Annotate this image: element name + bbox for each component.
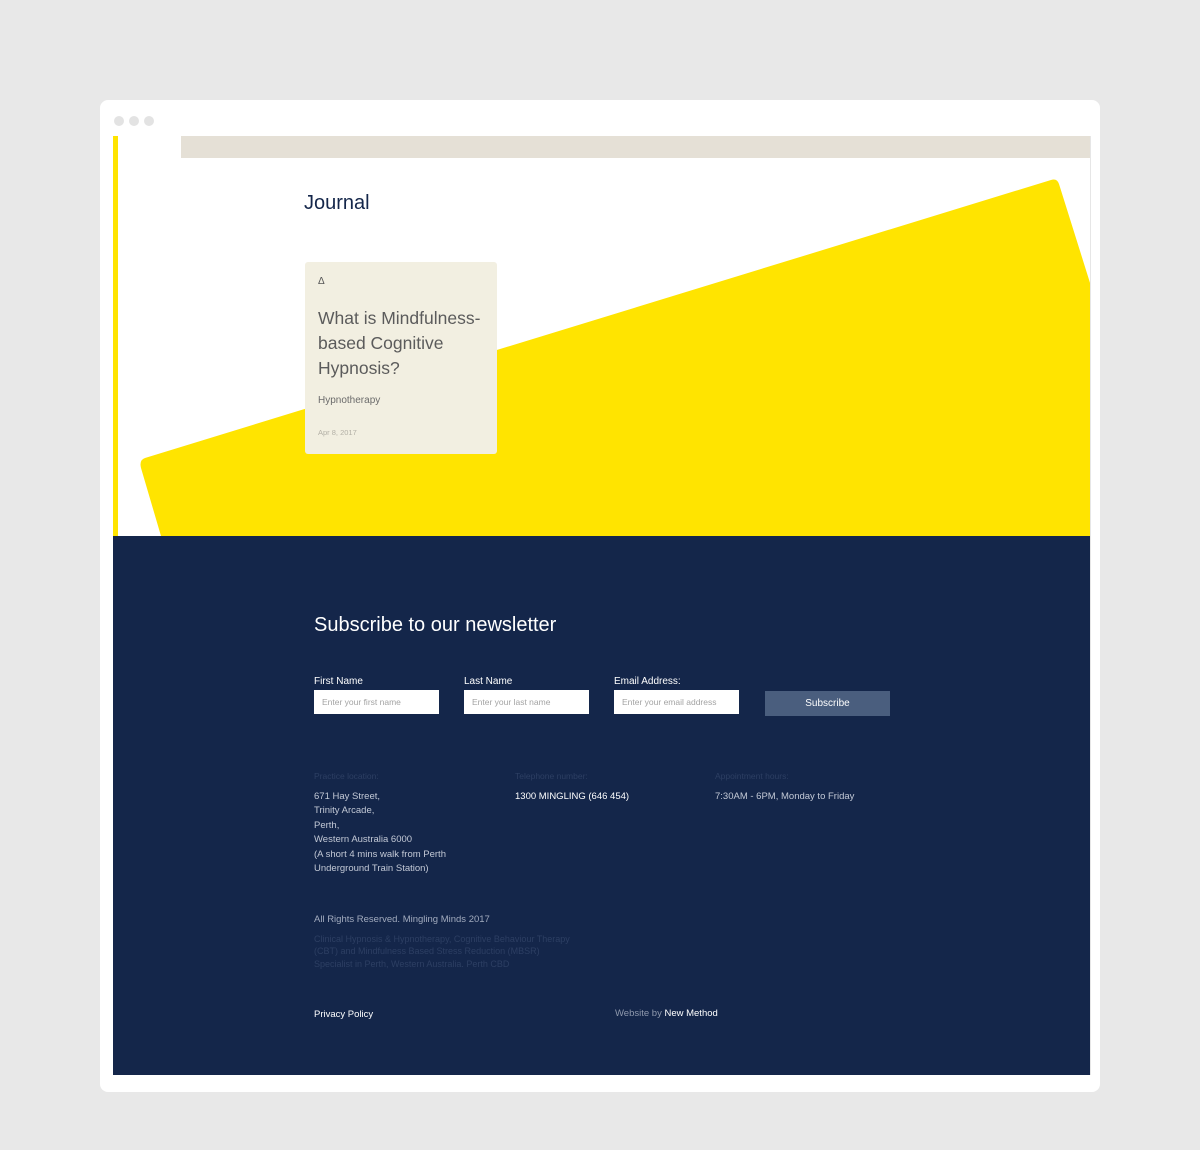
last-name-label: Last Name: [464, 676, 513, 687]
address-line: Trinity Arcade,: [314, 805, 375, 817]
seo-line: Specialist in Perth, Western Australia. …: [314, 958, 510, 969]
phone-number[interactable]: 1300 MINGLING (646 454): [515, 790, 695, 804]
email-label: Email Address:: [614, 676, 681, 687]
copyright-text: All Rights Reserved. Mingling Minds 2017: [314, 914, 490, 925]
first-name-group: First Name: [314, 676, 440, 714]
header-strip: [181, 136, 1090, 158]
post-date: Apr 8, 2017: [318, 428, 357, 437]
first-name-label: First Name: [314, 676, 363, 687]
hours-value: 7:30AM - 6PM, Monday to Friday: [715, 791, 855, 802]
yellow-decorative-shape: [140, 179, 1090, 536]
window-controls: [114, 116, 154, 126]
email-group: Email Address:: [614, 676, 740, 714]
minimize-dot-icon[interactable]: [129, 116, 139, 126]
website-credit: Website by New Method: [615, 1008, 718, 1019]
seo-line: (CBT) and Mindfulness Based Stress Reduc…: [314, 946, 540, 957]
location-label: Practice location:: [314, 771, 379, 781]
maximize-dot-icon[interactable]: [144, 116, 154, 126]
subscribe-button[interactable]: Subscribe: [765, 691, 890, 716]
address-line: (A short 4 mins walk from Perth: [314, 848, 446, 860]
appointment-hours: Appointment hours: 7:30AM - 6PM, Monday …: [715, 771, 895, 804]
new-method-link[interactable]: New Method: [664, 1008, 717, 1019]
first-name-input[interactable]: [314, 690, 439, 714]
footer: Subscribe to our newsletter First Name L…: [113, 536, 1090, 1075]
telephone: Telephone number: 1300 MINGLING (646 454…: [515, 771, 695, 804]
phone-label: Telephone number:: [515, 771, 588, 781]
practice-location: Practice location: 671 Hay Street, Trini…: [314, 771, 494, 876]
address-line: 671 Hay Street,: [314, 791, 381, 802]
newsletter-title: Subscribe to our newsletter: [314, 614, 557, 636]
hours-label: Appointment hours:: [715, 771, 789, 781]
last-name-input[interactable]: [464, 690, 589, 714]
post-title[interactable]: What is Mindfulness-based Cognitive Hypn…: [318, 306, 484, 381]
browser-window: Journal Δ What is Mindfulness-based Cogn…: [100, 100, 1100, 1092]
page-viewport: Journal Δ What is Mindfulness-based Cogn…: [113, 136, 1091, 1075]
delta-icon: Δ: [318, 276, 325, 287]
email-input[interactable]: [614, 690, 739, 714]
seo-description: Clinical Hypnosis & Hypnotherapy, Cognit…: [314, 933, 604, 970]
left-accent-bar: [113, 136, 118, 536]
address-line: Underground Train Station): [314, 863, 429, 875]
seo-line: Clinical Hypnosis & Hypnotherapy, Cognit…: [314, 934, 570, 944]
close-dot-icon[interactable]: [114, 116, 124, 126]
last-name-group: Last Name: [464, 676, 590, 714]
journal-post-card[interactable]: Δ What is Mindfulness-based Cognitive Hy…: [305, 262, 497, 454]
address-line: Perth,: [314, 819, 340, 831]
privacy-policy-link[interactable]: Privacy Policy: [314, 1009, 373, 1020]
credit-prefix: Website by: [615, 1008, 665, 1019]
post-category[interactable]: Hypnotherapy: [318, 395, 484, 406]
address-line: Western Australia 6000: [314, 834, 413, 846]
page-title: Journal: [304, 192, 370, 214]
